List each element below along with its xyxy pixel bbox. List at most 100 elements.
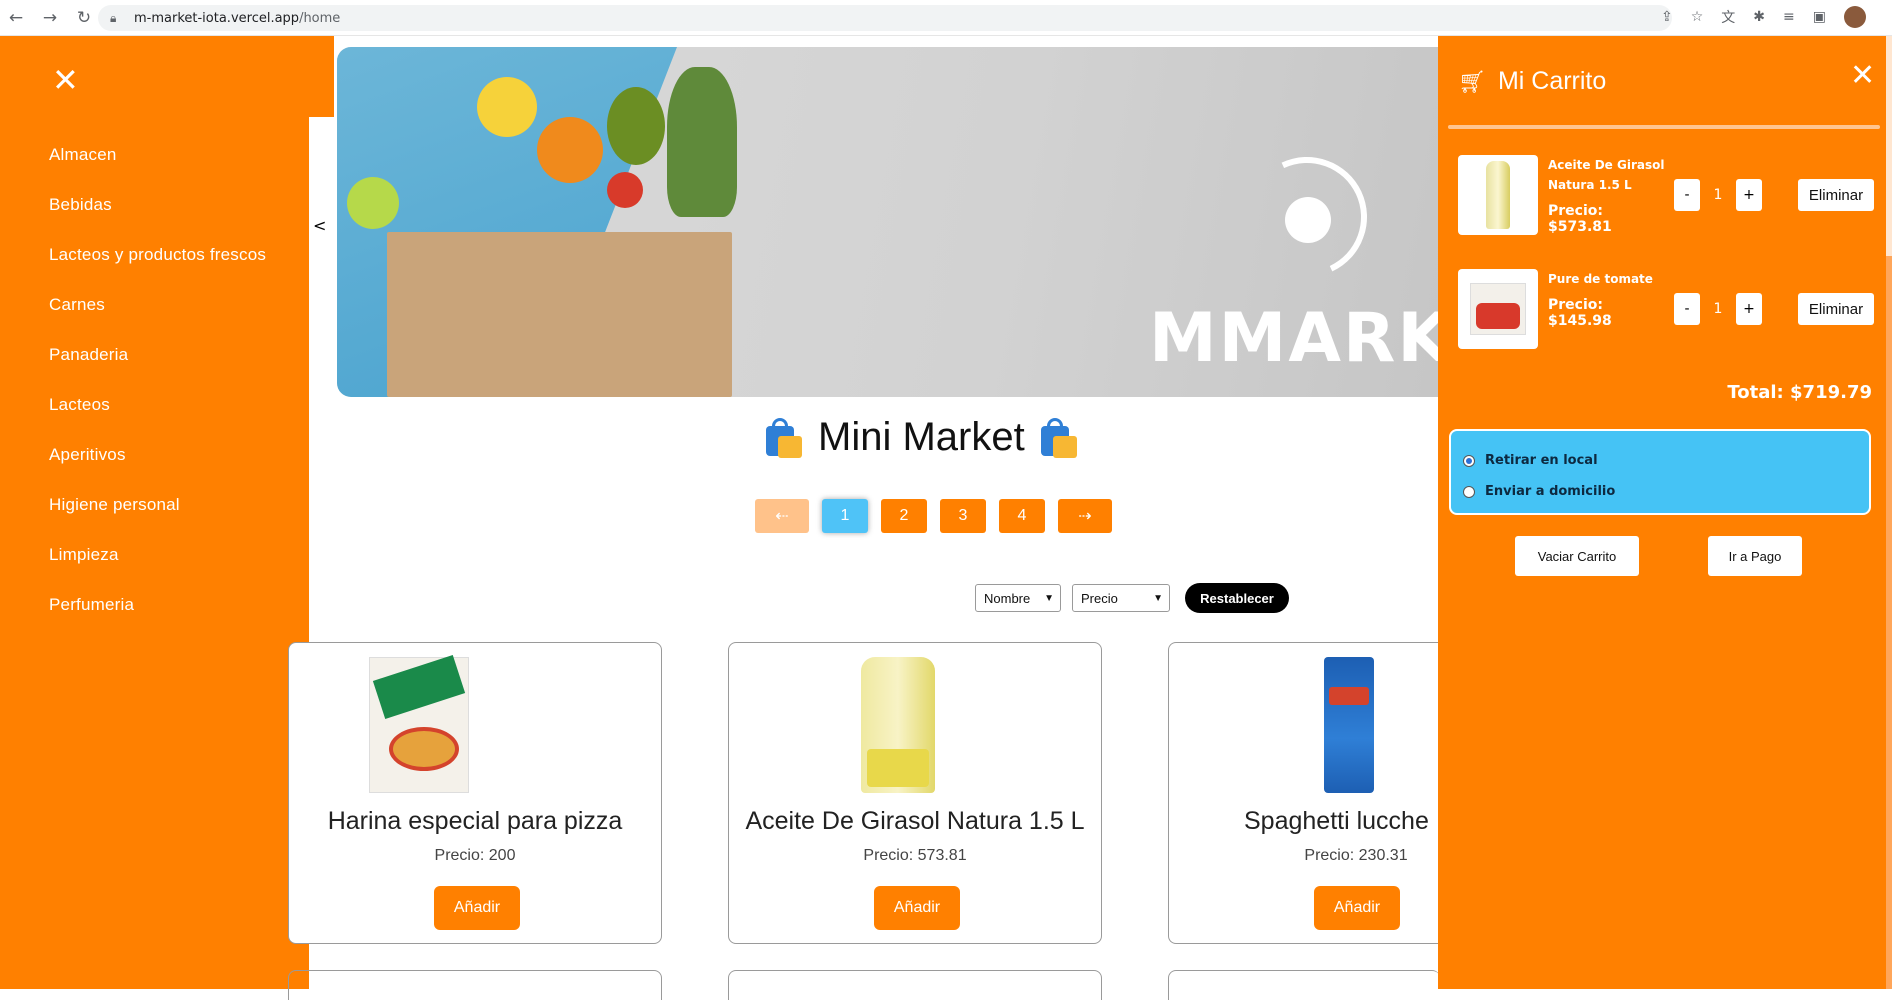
side-panel-icon[interactable]: ▣ [1813, 9, 1826, 25]
checkout-button[interactable]: Ir a Pago [1708, 536, 1802, 576]
remove-item-button[interactable]: Eliminar [1798, 179, 1874, 211]
cart-header: 🛒︎ Mi Carrito [1458, 67, 1606, 96]
add-to-cart-button[interactable]: Añadir [1314, 886, 1400, 930]
share-icon[interactable]: ⇪ [1661, 9, 1673, 25]
radio-button[interactable] [1463, 454, 1475, 467]
cart-icon: 🛒︎ [1458, 68, 1486, 94]
next-page-button[interactable]: ⇢ [1058, 499, 1112, 533]
page-title-row: Mini Market [766, 415, 1077, 460]
bookmark-star-icon[interactable]: ☆ [1691, 9, 1704, 25]
extensions-icon[interactable]: ✱ [1753, 9, 1765, 25]
reload-icon[interactable]: ↻ [72, 8, 96, 28]
brand-wordmark: MMARKET [1149, 299, 1440, 378]
chevron-down-icon: ▼ [1153, 592, 1163, 604]
product-card [728, 970, 1102, 1000]
sidebar-item-carnes[interactable]: Carnes [49, 280, 266, 330]
sidebar-item-higiene-personal[interactable]: Higiene personal [49, 480, 266, 530]
back-icon[interactable]: ← [4, 8, 28, 28]
product-card [288, 970, 662, 1000]
product-price: Precio: 200 [434, 847, 516, 864]
page-button-3[interactable]: 3 [940, 499, 986, 533]
shipping-options: Retirar en local Enviar a domicilio [1449, 429, 1871, 515]
decrease-button[interactable]: - [1674, 293, 1700, 325]
filter-bar: Nombre ▼ Precio ▼ Restablecer [975, 583, 1289, 613]
cart-item-price: Precio: $573.81 [1548, 203, 1612, 235]
product-price: Precio: 230.31 [1304, 847, 1408, 864]
increase-button[interactable]: + [1736, 179, 1762, 211]
sort-price-value: Precio [1081, 590, 1118, 606]
page-button-1[interactable]: 1 [822, 499, 868, 533]
cart-item: Pure de tomate Precio: $145.98 - 1 + Eli… [1458, 269, 1878, 351]
close-icon[interactable]: ✕ [1850, 58, 1875, 93]
chevron-down-icon: ▼ [1044, 592, 1054, 604]
product-name: Aceite De Girasol Natura 1.5 L [745, 807, 1085, 835]
page-title: Mini Market [818, 415, 1025, 459]
category-list: Almacen Bebidas Lacteos y productos fres… [49, 130, 266, 630]
scrollbar-thumb[interactable] [1886, 36, 1892, 256]
product-price: Precio: 573.81 [863, 847, 967, 864]
forward-icon[interactable]: → [38, 8, 62, 28]
scrollbar[interactable] [1886, 36, 1892, 989]
shipping-option-delivery[interactable]: Enviar a domicilio [1463, 476, 1857, 507]
sidebar-item-bebidas[interactable]: Bebidas [49, 180, 266, 230]
sidebar-item-almacen[interactable]: Almacen [49, 130, 266, 180]
product-name: Harina especial para pizza [327, 807, 623, 835]
shipping-option-pickup[interactable]: Retirar en local [1463, 445, 1857, 476]
close-icon[interactable]: ✕ [52, 64, 80, 96]
address-bar[interactable]: 🔒︎ m-market-iota.vercel.app/home [98, 5, 1672, 31]
add-to-cart-button[interactable]: Añadir [434, 886, 520, 930]
product-image [319, 655, 553, 793]
add-to-cart-button[interactable]: Añadir [874, 886, 960, 930]
sidebar-item-aperitivos[interactable]: Aperitivos [49, 430, 266, 480]
sidebar-item-lacteos[interactable]: Lacteos [49, 380, 266, 430]
shopping-bags-icon [1040, 417, 1077, 458]
lemon-image [477, 77, 537, 137]
cart-panel: 🛒︎ Mi Carrito ✕ Aceite De Girasol Natura… [1438, 36, 1892, 989]
empty-cart-button[interactable]: Vaciar Carrito [1515, 536, 1639, 576]
sidebar-item-panaderia[interactable]: Panaderia [49, 330, 266, 380]
sort-price-select[interactable]: Precio ▼ [1072, 584, 1170, 612]
url-host: m-market-iota.vercel.app [134, 10, 300, 26]
increase-button[interactable]: + [1736, 293, 1762, 325]
product-card: Spaghetti lucche Precio: 230.31 Añadir [1168, 642, 1440, 944]
cart-item-name: Aceite De Girasol Natura 1.5 L [1548, 158, 1665, 192]
quantity-value: 1 [1713, 301, 1723, 317]
sidebar-item-lacteos-frescos[interactable]: Lacteos y productos frescos [49, 230, 266, 280]
page-button-4[interactable]: 4 [999, 499, 1045, 533]
url-path: /home [299, 10, 341, 26]
sidebar-item-perfumeria[interactable]: Perfumeria [49, 580, 266, 630]
translate-icon[interactable]: 文 [1721, 7, 1735, 27]
radio-button[interactable] [1463, 485, 1475, 498]
product-image [759, 657, 993, 793]
product-card: Harina especial para pizza Precio: 200 A… [288, 642, 662, 944]
quantity-value: 1 [1713, 187, 1723, 203]
cart-item-info: Aceite De Girasol Natura 1.5 L Precio: $… [1548, 155, 1666, 235]
pagination: ⇠ 1 2 3 4 ⇢ [755, 499, 1112, 533]
pineapple-image [667, 67, 737, 217]
product-card: Aceite De Girasol Natura 1.5 L Precio: 5… [728, 642, 1102, 944]
page-button-2[interactable]: 2 [881, 499, 927, 533]
cart-title: Mi Carrito [1497, 67, 1607, 95]
sidebar-collapse-toggle[interactable]: < [313, 216, 326, 235]
browser-toolbar: ← → ↻ 🔒︎ m-market-iota.vercel.app/home ⇪… [0, 0, 1892, 36]
sort-name-select[interactable]: Nombre ▼ [975, 584, 1061, 612]
divider [1448, 125, 1880, 129]
sidebar-tab-extension [309, 36, 334, 117]
cart-item-info: Pure de tomate Precio: $145.98 [1548, 269, 1666, 329]
hero-banner: MMARKET [337, 47, 1440, 397]
product-image [1199, 657, 1433, 793]
decrease-button[interactable]: - [1674, 179, 1700, 211]
cart-item-name: Pure de tomate [1548, 272, 1653, 286]
remove-item-button[interactable]: Eliminar [1798, 293, 1874, 325]
cart-item-price: Precio: $145.98 [1548, 297, 1612, 329]
category-sidebar: ✕ Almacen Bebidas Lacteos y productos fr… [0, 36, 309, 989]
reading-list-icon[interactable]: ≡ [1783, 9, 1795, 25]
avatar[interactable] [1844, 6, 1866, 28]
product-name: Spaghetti lucche [1244, 807, 1429, 835]
cart-item-image [1458, 155, 1538, 235]
prev-page-button[interactable]: ⇠ [755, 499, 809, 533]
orange-image [537, 117, 603, 183]
sidebar-item-limpieza[interactable]: Limpieza [49, 530, 266, 580]
lime-image [347, 177, 399, 229]
reset-filters-button[interactable]: Restablecer [1185, 583, 1289, 613]
